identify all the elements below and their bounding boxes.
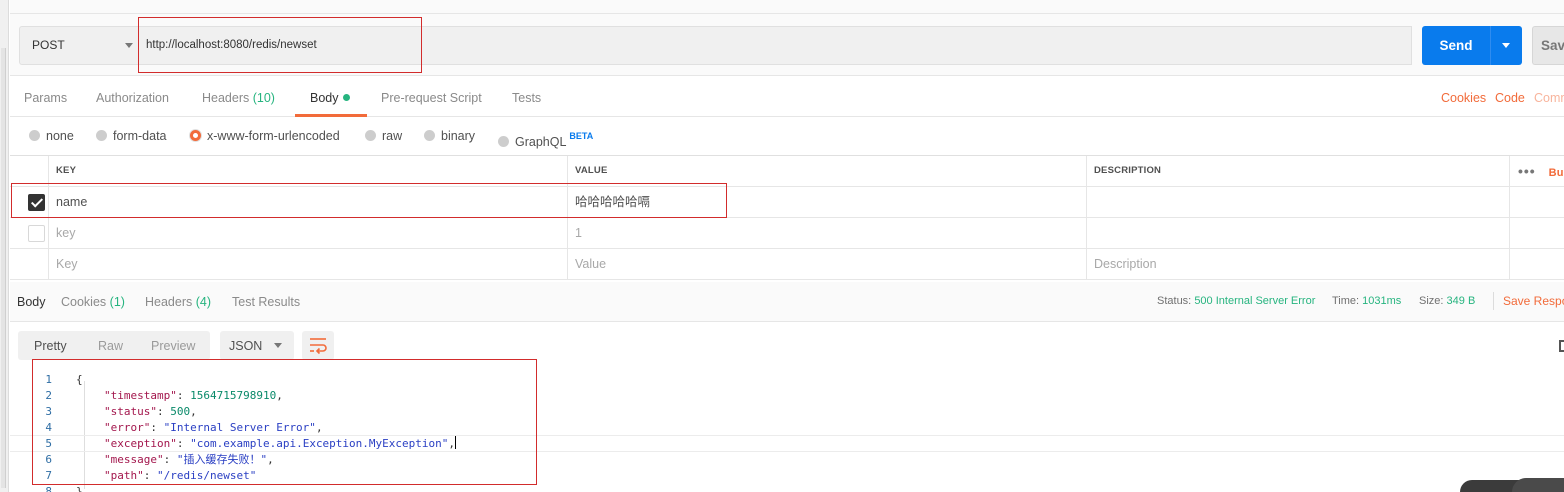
column-description: DESCRIPTION [1087, 156, 1510, 186]
response-status: Status: 500 Internal Server Error [1157, 295, 1316, 307]
method-select[interactable]: POST [19, 26, 144, 65]
response-size: Size: 349 B [1419, 295, 1476, 307]
size-value: 349 B [1446, 295, 1476, 307]
beta-badge: BETA [569, 131, 594, 141]
headers-count: (10) [252, 91, 275, 105]
response-tab-test-results[interactable]: Test Results [232, 282, 300, 322]
radio-selected-icon [190, 130, 201, 141]
code-line: 3 "status": 500, [45, 405, 197, 418]
response-toolbar: Pretty Raw Preview JSON [10, 322, 1564, 362]
bulk-edit-link[interactable]: Bulk Edit [1549, 167, 1564, 179]
send-button-label: Send [1439, 38, 1473, 53]
table-row-new: Key Value Description [10, 249, 1564, 280]
new-key-input[interactable]: Key [49, 249, 568, 279]
code-line: 8} [45, 485, 83, 492]
column-key: KEY [49, 156, 568, 186]
comments-link[interactable]: Comments [1534, 77, 1564, 117]
response-tab-headers[interactable]: Headers (4) [145, 282, 211, 322]
request-tabs: Params Authorization Headers (10) Body P… [10, 77, 1564, 117]
wrap-lines-icon [310, 338, 327, 355]
code-line: 4 "error": "Internal Server Error", [45, 421, 323, 434]
response-tabs: Body Cookies (1) Headers (4) Test Result… [10, 282, 1564, 322]
table-header-row: KEY VALUE DESCRIPTION ••• Bulk Edit [10, 156, 1564, 187]
response-tab-body[interactable]: Body [17, 282, 46, 322]
response-time: Time: 1031ms [1332, 295, 1402, 307]
code-line: 7 "path": "/redis/newset" [45, 469, 257, 482]
format-value: JSON [229, 339, 263, 353]
param-description-cell[interactable] [1087, 187, 1510, 217]
code-line: 1{ [45, 373, 83, 386]
radio-circle-icon [29, 130, 40, 141]
param-key-cell[interactable]: name [49, 187, 568, 217]
view-pretty-button[interactable]: Pretty [34, 331, 67, 360]
radio-graphql[interactable]: GraphQL BETA [498, 117, 593, 155]
app-left-edge [0, 0, 9, 492]
url-input[interactable]: http://localhost:8080/redis/newset [136, 26, 1412, 65]
body-type-selector: none form-data x-www-form-urlencoded raw… [10, 117, 1564, 155]
code-line: 2 "timestamp": 1564715798910, [45, 389, 283, 402]
status-value: 500 Internal Server Error [1194, 295, 1316, 307]
param-value-cell[interactable]: 哈哈哈哈哈嗝 [568, 187, 1087, 217]
code-line: 6 "message": "插入缓存失败！", [45, 453, 274, 466]
save-response-button[interactable]: Save Response [1503, 282, 1564, 322]
method-value: POST [32, 38, 65, 52]
tab-params[interactable]: Params [24, 77, 67, 117]
text-cursor [455, 436, 457, 449]
radio-circle-icon [365, 130, 376, 141]
cookies-link[interactable]: Cookies [1441, 77, 1486, 117]
save-button[interactable]: Save [1532, 26, 1564, 65]
send-dropdown-chevron-icon[interactable] [1502, 43, 1510, 48]
chevron-down-icon [274, 343, 282, 348]
send-button[interactable]: Send [1422, 26, 1522, 65]
floating-widget-avatar [1512, 478, 1564, 492]
row-enabled-checkbox[interactable] [28, 225, 45, 242]
request-url-bar: POST http://localhost:8080/redis/newset … [10, 14, 1564, 76]
new-description-input[interactable]: Description [1087, 249, 1510, 279]
radio-circle-icon [424, 130, 435, 141]
view-mode-toggle: Pretty Raw Preview [18, 331, 210, 360]
radio-x-www-form-urlencoded[interactable]: x-www-form-urlencoded [190, 117, 340, 155]
table-row: name 哈哈哈哈哈嗝 [10, 187, 1564, 218]
radio-circle-icon [498, 136, 509, 147]
view-preview-button[interactable]: Preview [151, 331, 195, 360]
response-body-viewer[interactable]: 1{ 2 "timestamp": 1564715798910, 3 "status… [10, 362, 1564, 492]
time-value: 1031ms [1362, 295, 1402, 307]
tab-bar-strip [10, 0, 1564, 14]
tab-authorization[interactable]: Authorization [96, 77, 169, 117]
code-link[interactable]: Code [1495, 77, 1525, 117]
tab-body[interactable]: Body [310, 77, 350, 117]
new-value-input[interactable]: Value [568, 249, 1087, 279]
param-key-cell[interactable]: key [49, 218, 568, 248]
radio-binary[interactable]: binary [424, 117, 475, 155]
tab-pre-request-script[interactable]: Pre-request Script [381, 77, 482, 117]
sidebar-resize-handle[interactable] [1, 48, 6, 488]
code-line-current: 5 "exception": "com.example.api.Exception… [10, 435, 1564, 452]
body-active-dot-icon [342, 94, 350, 101]
copy-icon[interactable] [1559, 340, 1564, 352]
radio-raw[interactable]: raw [365, 117, 402, 155]
radio-form-data[interactable]: form-data [96, 117, 167, 155]
body-params-table: KEY VALUE DESCRIPTION ••• Bulk Edit name… [10, 155, 1564, 280]
param-description-cell[interactable] [1087, 218, 1510, 248]
param-value-cell[interactable]: 1 [568, 218, 1087, 248]
wrap-lines-button[interactable] [302, 331, 334, 360]
response-tab-cookies[interactable]: Cookies (1) [61, 282, 125, 322]
more-options-icon[interactable]: ••• [1518, 163, 1536, 179]
row-enabled-checkbox[interactable] [28, 194, 45, 211]
view-raw-button[interactable]: Raw [98, 331, 123, 360]
tab-headers[interactable]: Headers (10) [202, 77, 275, 117]
radio-none[interactable]: none [29, 117, 74, 155]
format-select[interactable]: JSON [220, 331, 294, 360]
chevron-down-icon [125, 43, 133, 48]
radio-circle-icon [96, 130, 107, 141]
tab-tests[interactable]: Tests [512, 77, 541, 117]
table-row: key 1 [10, 218, 1564, 249]
column-value: VALUE [568, 156, 1087, 186]
